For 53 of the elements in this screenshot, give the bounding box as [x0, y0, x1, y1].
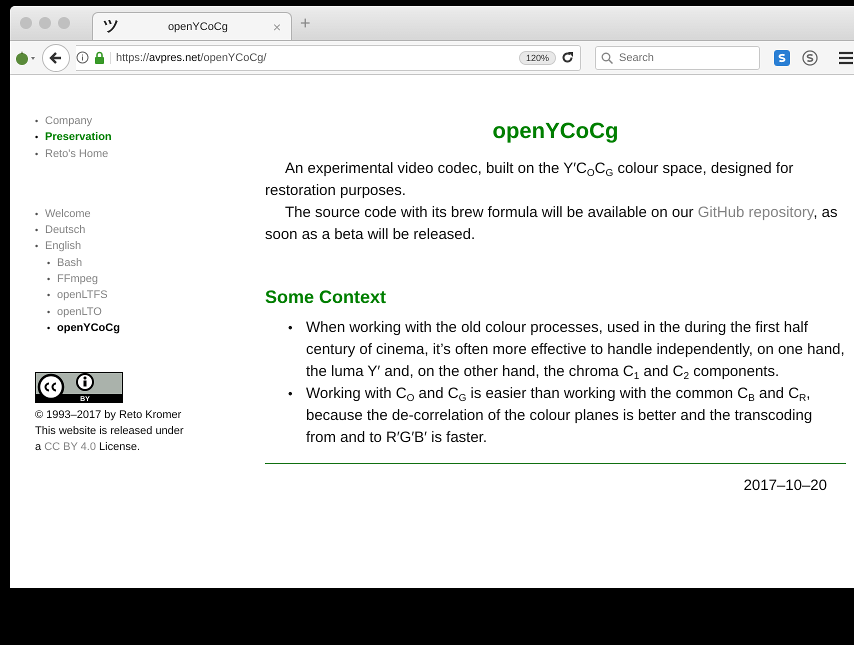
back-arrow-icon	[49, 50, 63, 64]
bullet-mark: •	[35, 240, 40, 254]
bullet-mark: •	[47, 289, 52, 302]
bullet-text: Working with C$_{O}$ and C$_{G}$ is easier than working with the common C$_{B}$ and C$_{R}$, because the de-correlation of the colour planes is better and the transcoding from and to R′G′B′ is faster.	[306, 384, 814, 448]
nav-link[interactable]: openYCoCg	[57, 320, 120, 336]
bullet-mark: •	[47, 273, 52, 286]
search-icon	[601, 52, 613, 64]
nav-link[interactable]: Company	[45, 113, 92, 130]
license-link[interactable]: CC BY 4.0	[44, 441, 96, 454]
info-icon[interactable]	[76, 51, 89, 64]
nav-link[interactable]: Bash	[57, 254, 82, 272]
nav-link[interactable]: openLTO	[57, 304, 102, 320]
browser-tab[interactable]: ツ openYCoCg ×	[92, 12, 292, 40]
nav-link[interactable]: Welcome	[45, 206, 91, 222]
bullet-text: When working with the old colour processes, used in the during the first half century of cinema, it’s often more effective to handle independently, on one hand, the luma Y′ and, on the other hand, the chroma C$_{1}$ and C$_{2}$ components.	[306, 318, 846, 383]
search-field[interactable]: Search	[595, 46, 760, 70]
bullet-mark: •	[47, 256, 52, 270]
nav-link[interactable]: English	[45, 238, 82, 255]
nav-link[interactable]: Deutsch	[45, 222, 86, 238]
license-text: This website is released under a CC BY 4.0 License.	[35, 424, 185, 456]
new-tab-button[interactable]: +	[300, 12, 311, 34]
address-field[interactable]: https://avpres.net/openYCoCg/	[110, 52, 514, 64]
tab-favicon: ツ	[103, 17, 120, 37]
bullet-mark: •	[35, 208, 40, 221]
tab-title: openYCoCg	[166, 20, 229, 32]
lock-icon	[94, 51, 105, 64]
onion-icon[interactable]	[14, 50, 36, 66]
bullet-mark: •	[35, 115, 40, 128]
close-tab-button[interactable]: ×	[272, 18, 281, 34]
bullet-mark: •	[288, 319, 294, 337]
extension-icon[interactable]	[802, 50, 818, 66]
paragraph: An experimental video codec, built on the Y′C$_{O}$C$_{G}$ colour space, designed for restoration purposes.	[265, 159, 794, 201]
page-title: openYCoCg	[492, 120, 620, 142]
bullet-mark: •	[35, 148, 40, 161]
bullet-mark: •	[35, 131, 40, 144]
nav-link[interactable]: Reto's Home	[45, 146, 108, 162]
nav-link[interactable]: Preservation	[45, 129, 112, 146]
nav-link[interactable]: FFmpeg	[57, 271, 98, 288]
github-link[interactable]: GitHub repository	[698, 204, 814, 221]
back-button[interactable]	[42, 44, 70, 72]
bullet-mark: •	[35, 224, 40, 238]
zoom-level[interactable]: 120%	[518, 50, 556, 64]
date-text: 2017–10–20	[742, 476, 828, 496]
section-heading: Some Context	[265, 286, 388, 308]
bullet-mark: •	[288, 385, 294, 403]
paragraph: The source code with its brew formula will be available on our GitHub repository, as soon as a beta will be released.	[265, 203, 838, 245]
nav-link[interactable]: openLTFS	[57, 287, 108, 304]
extension-icon[interactable]	[774, 50, 790, 66]
menu-icon[interactable]	[838, 50, 854, 64]
copyright-text: © 1993–2017 by Reto Kromer	[35, 408, 182, 424]
bullet-mark: •	[47, 322, 52, 335]
reload-icon[interactable]	[561, 51, 574, 64]
bullet-mark: •	[47, 306, 52, 319]
